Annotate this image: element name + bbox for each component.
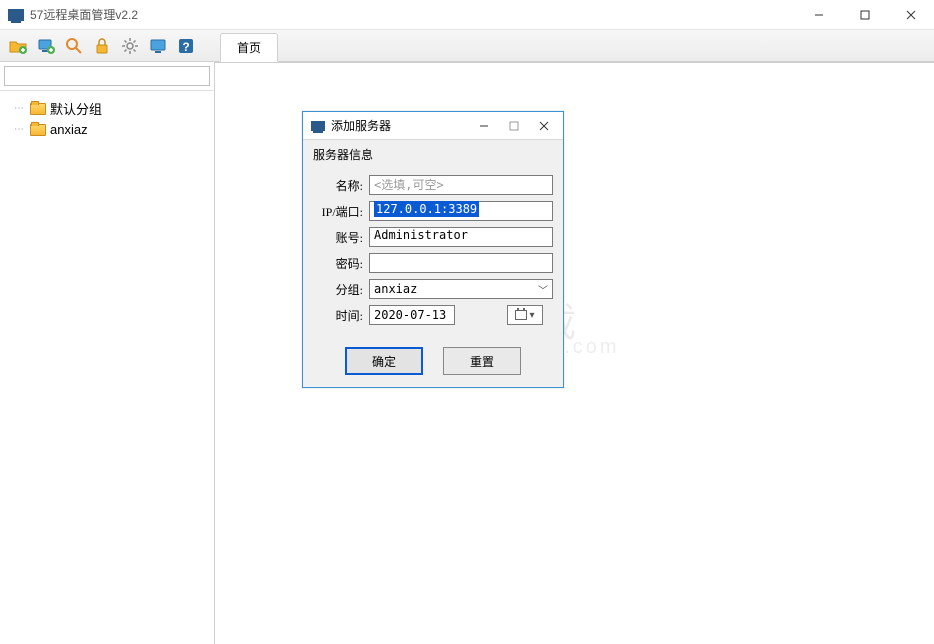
help-button[interactable]: ? xyxy=(173,33,199,59)
sidebar: ⋯ 默认分组 ⋯ anxiaz xyxy=(0,62,215,644)
tree-item-anxiaz[interactable]: ⋯ anxiaz xyxy=(4,120,210,139)
password-label: 密码: xyxy=(313,255,369,272)
reset-button[interactable]: 重置 xyxy=(443,347,521,375)
account-input[interactable]: Administrator xyxy=(369,227,553,247)
date-picker-button[interactable]: ▾ xyxy=(507,305,543,325)
group-select[interactable]: anxiaz ﹀ xyxy=(369,279,553,299)
ip-label: IP/端口: xyxy=(313,203,369,220)
toolbar: ? xyxy=(0,30,934,62)
tab-strip: 首页 xyxy=(220,31,278,61)
titlebar: 57远程桌面管理v2.2 xyxy=(0,0,934,30)
add-group-button[interactable] xyxy=(5,33,31,59)
minimize-button[interactable] xyxy=(796,0,842,30)
time-input[interactable]: 2020-07-13 xyxy=(369,305,455,325)
window-title: 57远程桌面管理v2.2 xyxy=(30,6,796,23)
tree-item-default-group[interactable]: ⋯ 默认分组 xyxy=(4,97,210,120)
chevron-down-icon: ﹀ xyxy=(538,282,548,297)
close-button[interactable] xyxy=(888,0,934,30)
dialog-section-label: 服务器信息 xyxy=(303,140,563,165)
add-server-button[interactable] xyxy=(33,33,59,59)
filter-input[interactable] xyxy=(4,66,210,86)
window-controls xyxy=(796,0,934,30)
tree-connector-icon: ⋯ xyxy=(12,124,26,135)
tree-item-label: 默认分组 xyxy=(50,99,102,118)
dialog-close-button[interactable] xyxy=(529,115,559,137)
settings-button[interactable] xyxy=(117,33,143,59)
calendar-icon xyxy=(515,310,527,320)
maximize-button[interactable] xyxy=(842,0,888,30)
group-label: 分组: xyxy=(313,281,369,298)
tree-item-label: anxiaz xyxy=(50,122,88,137)
tree: ⋯ 默认分组 ⋯ anxiaz xyxy=(0,91,214,145)
folder-icon xyxy=(30,103,46,115)
dialog-icon xyxy=(311,121,325,131)
dialog-title: 添加服务器 xyxy=(331,117,469,134)
add-server-dialog: 添加服务器 服务器信息 名称: <选填,可空> IP/端口: 127.0.0.1… xyxy=(302,111,564,388)
app-icon xyxy=(8,9,24,21)
search-button[interactable] xyxy=(61,33,87,59)
lock-button[interactable] xyxy=(89,33,115,59)
ok-button[interactable]: 确定 xyxy=(345,347,423,375)
dialog-maximize-button[interactable] xyxy=(499,115,529,137)
display-button[interactable] xyxy=(145,33,171,59)
folder-icon xyxy=(30,124,46,136)
tab-home[interactable]: 首页 xyxy=(220,33,278,62)
ip-input[interactable]: 127.0.0.1:3389 xyxy=(369,201,553,221)
tree-connector-icon: ⋯ xyxy=(12,103,26,114)
name-label: 名称: xyxy=(313,177,369,194)
name-input[interactable]: <选填,可空> xyxy=(369,175,553,195)
password-input[interactable] xyxy=(369,253,553,273)
account-label: 账号: xyxy=(313,229,369,246)
dialog-titlebar[interactable]: 添加服务器 xyxy=(303,112,563,140)
svg-text:?: ? xyxy=(182,40,189,54)
dialog-minimize-button[interactable] xyxy=(469,115,499,137)
chevron-down-icon: ▾ xyxy=(529,310,534,321)
time-label: 时间: xyxy=(313,307,369,324)
